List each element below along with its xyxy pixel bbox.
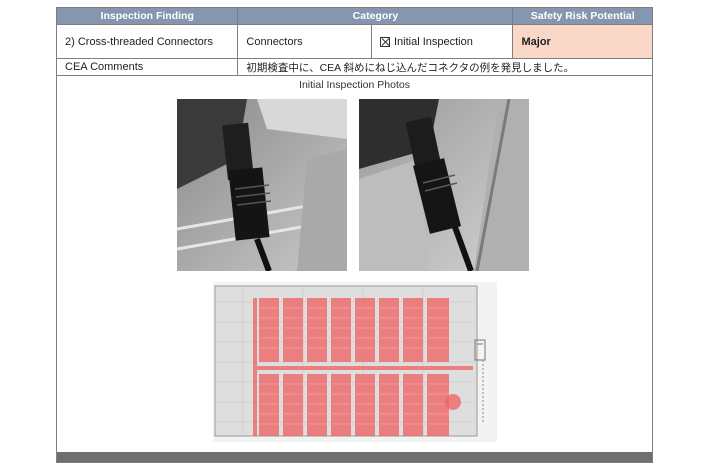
initial-inspection-label: Initial Inspection [393,35,473,48]
comments-row: CEA Comments 初期検査中に、CEA 斜めにねじ込んだコネクタの例を発… [57,59,652,76]
footer-bar [57,452,652,462]
checked-box-icon [379,36,390,47]
photos-title: Initial Inspection Photos [299,79,410,91]
finding-title: 2) Cross-threaded Connectors [57,25,239,59]
table-header-row: Inspection Finding Category Safety Risk … [57,8,652,25]
inspection-photo-1 [177,99,347,271]
initial-inspection-cell: Initial Inspection [371,25,514,59]
category-value: Connectors [238,25,372,59]
finding-row: 2) Cross-threaded Connectors Connectors … [57,25,653,59]
inspection-sheet: Inspection Finding Category Safety Risk … [56,7,653,463]
array-layout-diagram [213,282,497,442]
header-category: Category [238,8,514,25]
header-safety-risk: Safety Risk Potential [513,8,652,25]
risk-level-major: Major [513,25,653,59]
header-inspection-finding: Inspection Finding [57,8,239,25]
comments-text: 初期検査中に、CEA 斜めにねじ込んだコネクタの例を発見しました。 [238,59,652,76]
inspection-photo-2 [359,99,529,271]
comments-label: CEA Comments [57,59,239,76]
